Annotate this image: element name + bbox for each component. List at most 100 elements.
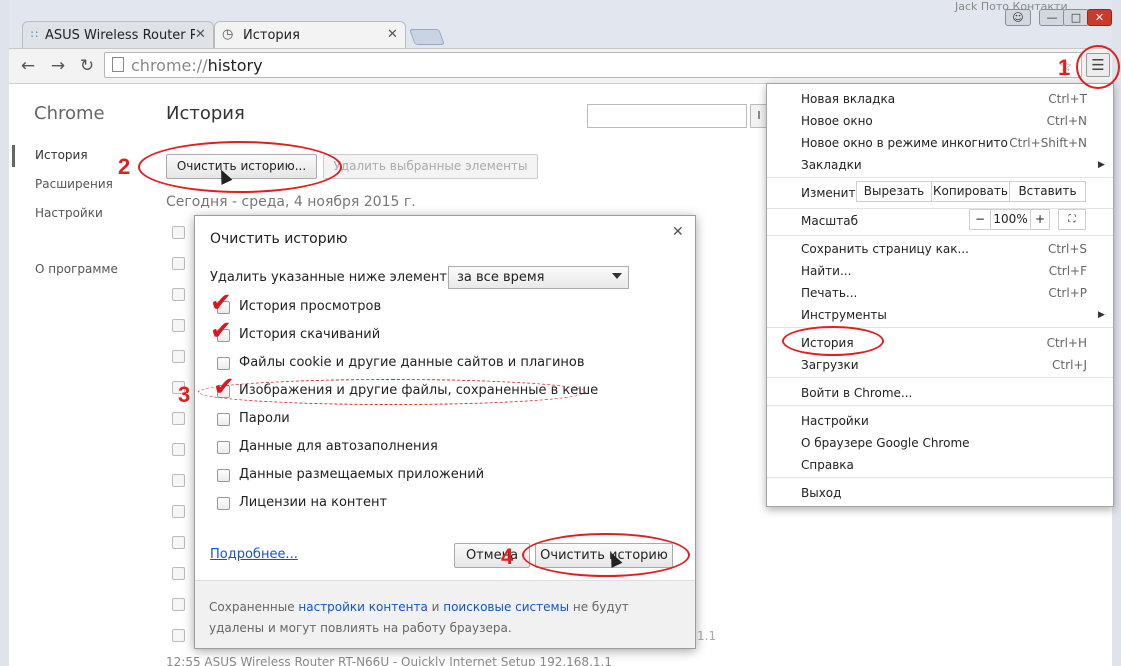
sidebar-item-about[interactable]: О программе [35,262,118,276]
menu-item-new-tab[interactable]: Новая вкладка [801,92,895,106]
shortcut: Ctrl+N [1046,114,1087,128]
annotation-number: 3 [178,382,191,407]
menu-item-incognito[interactable]: Новое окно в режиме инкогнито [801,136,1008,150]
annotation-circle [782,326,884,356]
menu-item-settings[interactable]: Настройки [801,414,869,428]
menu-item-exit[interactable]: Выход [801,486,841,500]
menu-separator [767,477,1113,478]
menu-item-bookmarks[interactable]: Закладки [801,158,862,172]
tab-history[interactable]: ◷ История ✕ [214,21,406,50]
history-row-checkbox[interactable] [172,226,185,239]
checkbox[interactable] [217,357,230,370]
zoom-in-button[interactable]: + [1030,209,1050,230]
dropdown-arrow-icon [612,273,622,279]
new-tab-button[interactable] [409,29,445,45]
menu-item-signin[interactable]: Войти в Chrome... [801,386,912,400]
shortcut: Ctrl+F [1048,264,1087,278]
shortcut: Ctrl+Shift+N [1009,136,1087,150]
page-icon [112,57,124,72]
menu-item-new-window[interactable]: Новое окно [801,114,873,128]
history-row-checkbox[interactable] [172,350,185,363]
option-label: Данные размещаемых приложений [239,467,485,482]
shortcut: Ctrl+T [1048,92,1087,106]
history-row-checkbox[interactable] [172,412,185,425]
option-label: Данные для автозаполнения [239,439,438,454]
search-engines-link[interactable]: поисковые системы [443,600,569,614]
checkbox[interactable] [217,497,230,510]
shortcut: Ctrl+J [1052,358,1087,372]
menu-separator [767,377,1113,378]
sidebar-item-settings[interactable]: Настройки [35,206,103,220]
copy-button[interactable]: Копировать [931,181,1010,202]
back-arrow-icon[interactable]: ← [17,56,39,76]
history-row-checkbox[interactable] [172,319,185,332]
url-host: history [207,56,263,75]
period-select[interactable]: за все время [448,266,629,289]
cancel-button[interactable]: Отмена [454,543,530,568]
forward-arrow-icon[interactable]: → [47,56,69,76]
check-mark-icon: ✔ [210,316,232,346]
option-label: Пароли [239,411,290,426]
paste-button[interactable]: Вставить [1009,181,1086,202]
shortcut: Ctrl+S [1047,242,1087,256]
more-info-link[interactable]: Подробнее... [210,547,298,562]
menu-item-save-page[interactable]: Сохранить страницу как... [801,242,969,256]
checkbox[interactable] [217,413,230,426]
option-label: Файлы cookie и другие данные сайтов и пл… [239,355,585,370]
menu-item-find[interactable]: Найти... [801,264,851,278]
shortcut: Ctrl+P [1048,286,1087,300]
history-row-checkbox[interactable] [172,598,185,611]
annotation-circle [138,141,342,193]
history-row-checkbox[interactable] [172,443,185,456]
footer-text: и [427,600,444,614]
sidebar-item-extensions[interactable]: Расширения [35,177,113,191]
history-row-url: 1.1 [697,629,717,643]
checkbox[interactable] [217,441,230,454]
minimize-icon[interactable]: — [1039,9,1065,26]
history-row-checkbox[interactable] [172,288,185,301]
annotation-number: 4 [501,544,514,569]
history-row-checkbox[interactable] [172,567,185,580]
remove-period-label: Удалить указанные ниже элементы: [210,270,462,285]
search-input[interactable] [587,104,747,128]
history-row-checkbox[interactable] [172,536,185,549]
history-row-checkbox[interactable] [172,629,185,642]
submenu-arrow-icon: ▶ [1098,160,1105,170]
window-frame-left [0,0,9,666]
history-row[interactable]: 12:55 ASUS Wireless Router RT-N66U - Qui… [166,655,612,666]
tab-close-icon[interactable]: ✕ [195,27,206,42]
fullscreen-icon[interactable]: ⛶ [1058,209,1086,230]
dialog-footer: Сохраненные настройки контента и поисков… [195,580,695,648]
url-scheme: chrome:// [131,56,208,75]
address-bar[interactable]: chrome://history [104,52,1082,78]
cut-button[interactable]: Вырезать [856,181,932,202]
menu-item-print[interactable]: Печать... [801,286,857,300]
tab-asus-router[interactable]: ∷ ASUS Wireless Router R ✕ [22,21,214,49]
close-window-icon[interactable]: ✕ [1087,9,1112,26]
history-row-checkbox[interactable] [172,505,185,518]
zoom-out-button[interactable]: − [969,209,991,230]
history-row-checkbox[interactable] [172,474,185,487]
history-row-checkbox[interactable] [172,257,185,270]
menu-item-downloads[interactable]: Загрузки [801,358,859,372]
footer-text: Сохраненные [209,600,299,614]
menu-item-tools[interactable]: Инструменты [801,308,887,322]
checkbox[interactable] [217,469,230,482]
delete-selected-button[interactable]: Удалить выбранные элементы [323,154,538,179]
sidebar-item-history[interactable]: История [35,148,88,162]
menu-separator [767,405,1113,406]
profile-icon[interactable]: ☺ [1005,9,1031,26]
annotation-circle [198,379,586,405]
check-mark-icon: ✔ [210,288,232,318]
tab-close-icon[interactable]: ✕ [387,27,398,42]
check-mark-icon: ✔ [213,372,235,402]
menu-item-about[interactable]: О браузере Google Chrome [801,436,970,450]
menu-item-help[interactable]: Справка [801,458,854,472]
dialog-close-icon[interactable]: ✕ [672,224,684,240]
reload-icon[interactable]: ↻ [76,56,98,76]
option-label: История просмотров [239,299,382,314]
zoom-level: 100% [990,209,1031,230]
content-settings-link[interactable]: настройки контента [298,600,427,614]
url-text[interactable]: chrome://history [131,56,263,75]
maximize-icon[interactable]: □ [1063,9,1089,26]
